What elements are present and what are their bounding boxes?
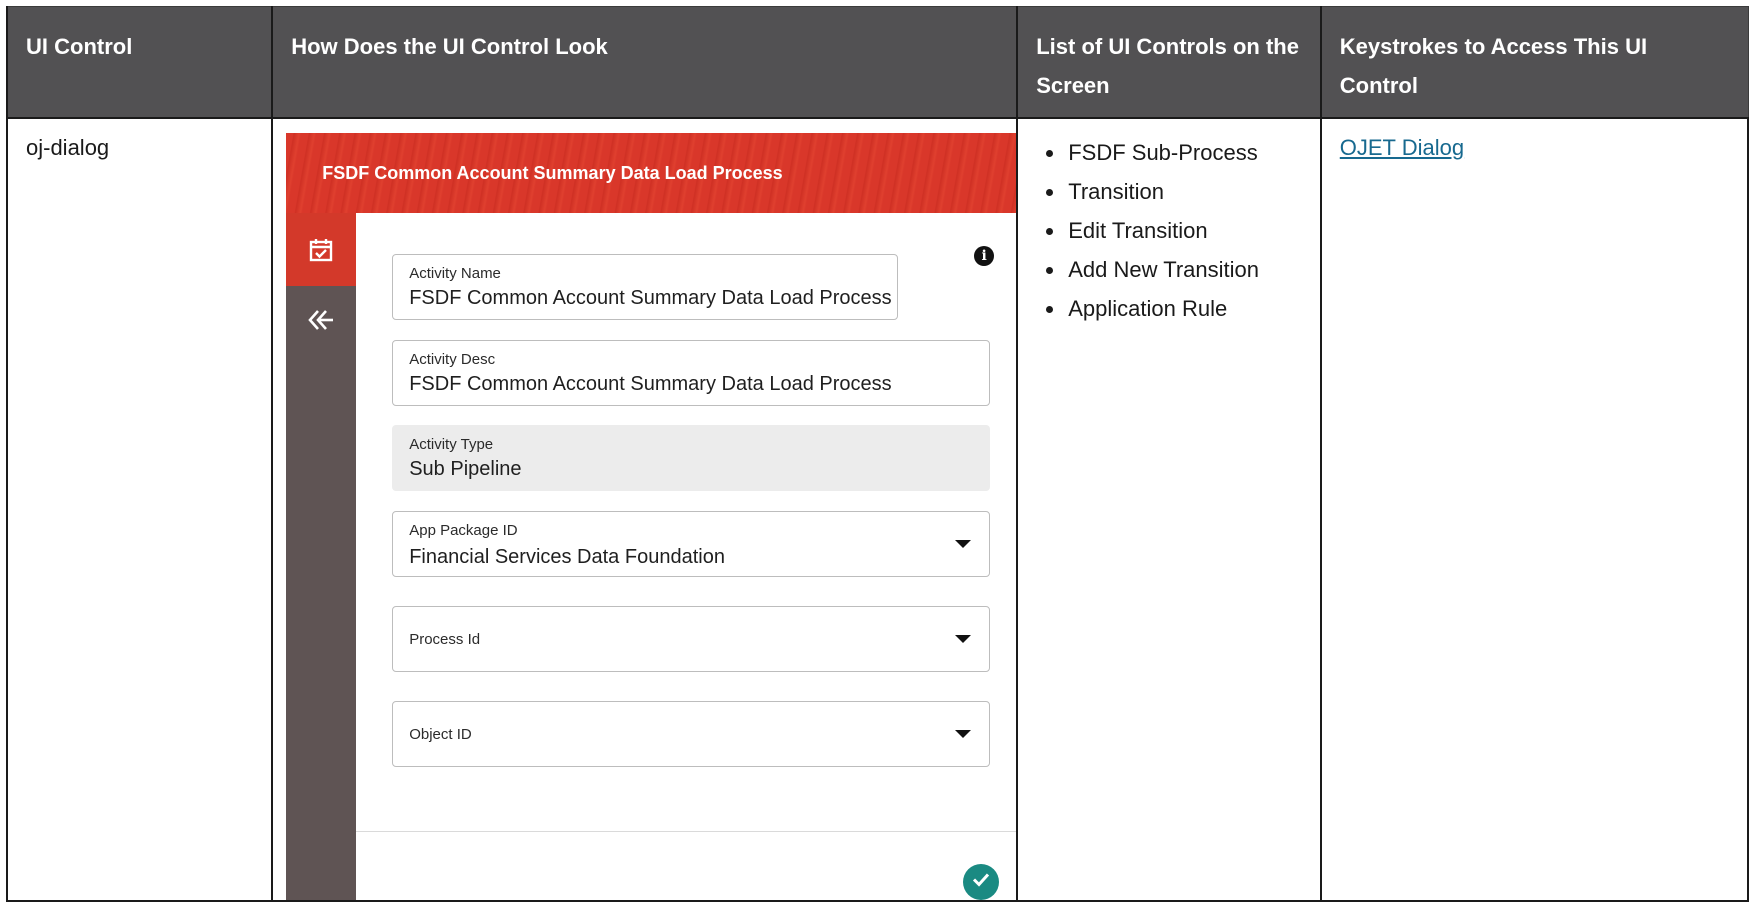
ui-control-table: UI Control How Does the UI Control Look … [5, 6, 1749, 902]
process-id-select[interactable]: Process Id [392, 606, 991, 672]
activity-name-field[interactable]: Activity Name FSDF Common Account Summar… [392, 254, 899, 320]
chevron-down-icon [955, 540, 972, 548]
table-row: oj-dialog FSDF Common Account Summary Da… [5, 118, 1749, 902]
chevron-down-icon [955, 635, 972, 643]
app-package-id-label: App Package ID [409, 522, 518, 539]
activity-type-value: Sub Pipeline [409, 458, 522, 480]
list-item: Add New Transition [1066, 250, 1320, 289]
check-circle-icon [970, 868, 992, 896]
sidebar-item-activity[interactable] [286, 213, 357, 286]
activity-type-label: Activity Type [409, 436, 494, 453]
app-package-id-value: Financial Services Data Foundation [409, 546, 725, 568]
dialog-screenshot: FSDF Common Account Summary Data Load Pr… [286, 133, 1017, 900]
controls-list-cell: FSDF Sub-Process Transition Edit Transit… [1016, 118, 1322, 902]
dialog-title: FSDF Common Account Summary Data Load Pr… [286, 133, 1017, 213]
calendar-check-icon [308, 237, 334, 269]
table-header-row: UI Control How Does the UI Control Look … [5, 6, 1749, 119]
app-package-id-select[interactable]: App Package ID Financial Services Data F… [392, 511, 991, 577]
list-item: FSDF Sub-Process [1066, 133, 1320, 172]
activity-desc-value: FSDF Common Account Summary Data Load Pr… [409, 373, 892, 395]
dialog-sidebar [286, 213, 357, 900]
double-chevron-left-icon [307, 307, 335, 339]
submit-button[interactable] [963, 864, 1000, 900]
list-item: Application Rule [1066, 289, 1320, 328]
process-id-label: Process Id [409, 631, 481, 648]
header-controls-list: List of UI Controls on the Screen [1016, 6, 1322, 119]
header-ui-control: UI Control [5, 6, 273, 119]
header-how-look: How Does the UI Control Look [271, 6, 1018, 119]
list-item: Transition [1066, 172, 1320, 211]
object-id-select[interactable]: Object ID [392, 701, 991, 767]
control-name-cell: oj-dialog [5, 118, 274, 902]
header-keystrokes: Keystrokes to Access This UI Control [1319, 6, 1749, 119]
chevron-down-icon [955, 730, 972, 738]
sidebar-collapse-button[interactable] [286, 303, 356, 343]
controls-list: FSDF Sub-Process Transition Edit Transit… [1018, 133, 1320, 328]
control-look-cell: FSDF Common Account Summary Data Load Pr… [271, 118, 1019, 902]
ojet-dialog-link[interactable]: OJET Dialog [1322, 119, 1747, 177]
object-id-label: Object ID [409, 726, 472, 743]
dialog-body: Activity Name FSDF Common Account Summar… [356, 213, 1017, 900]
activity-desc-label: Activity Desc [409, 351, 496, 368]
list-item: Edit Transition [1066, 211, 1320, 250]
activity-desc-field[interactable]: Activity Desc FSDF Common Account Summar… [392, 340, 991, 406]
activity-name-label: Activity Name [409, 265, 501, 282]
dialog-footer-divider [356, 831, 1017, 832]
activity-type-field: Activity Type Sub Pipeline [392, 425, 991, 491]
control-name: oj-dialog [26, 135, 110, 160]
keystrokes-cell: OJET Dialog [1319, 118, 1749, 902]
activity-name-value: FSDF Common Account Summary Data Load Pr… [409, 287, 892, 309]
